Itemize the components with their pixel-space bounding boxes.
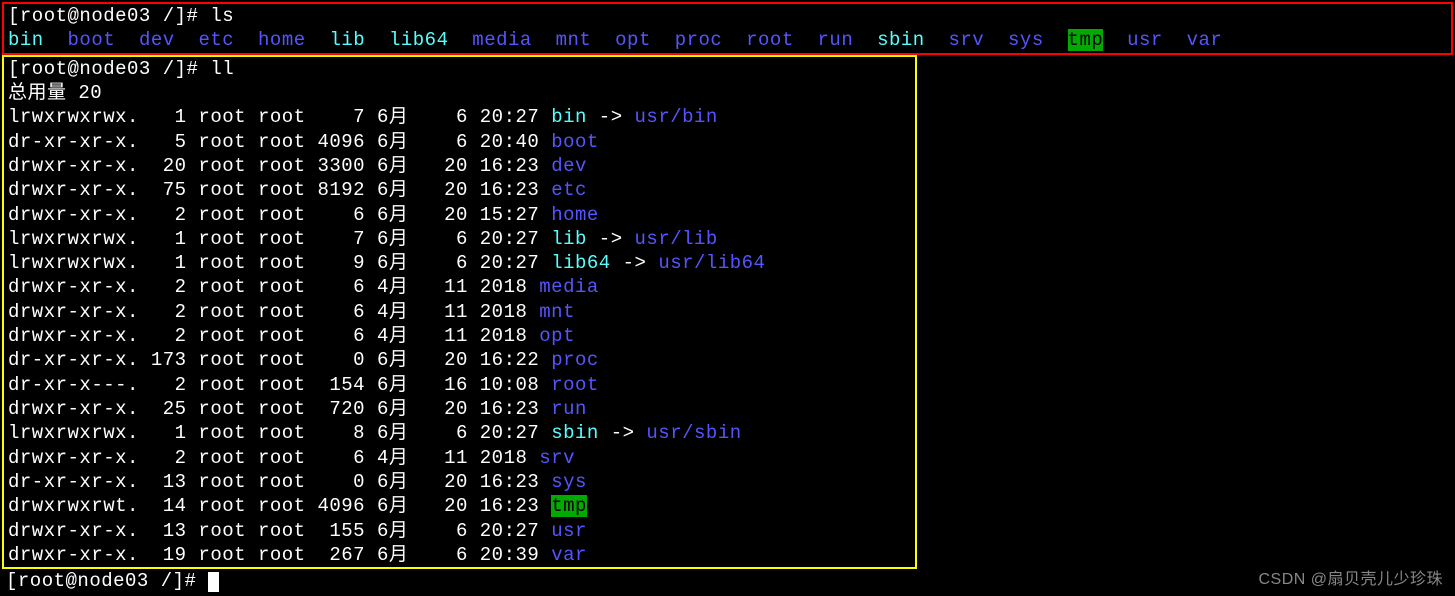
prompt-ls[interactable]: [root@node03 /]# ls — [8, 4, 1447, 28]
file-lib64: lib64 — [551, 252, 611, 274]
ll-row: dr-xr-xr-x. 13 root root 0 6月 20 16:23 s… — [8, 470, 911, 494]
prompt-current[interactable]: [root@node03 /]# — [0, 569, 1455, 593]
ls-item-dev: dev — [139, 29, 175, 51]
target-usr/sbin: usr/sbin — [646, 422, 741, 444]
ls-item-var: var — [1187, 29, 1223, 51]
file-mnt: mnt — [539, 301, 575, 323]
arrow-icon: -> — [587, 106, 635, 128]
file-usr: usr — [551, 520, 587, 542]
ls-item-mnt: mnt — [556, 29, 592, 51]
file-sbin: sbin — [551, 422, 599, 444]
file-lib: lib — [551, 228, 587, 250]
ll-row: dr-xr-x---. 2 root root 154 6月 16 10:08 … — [8, 373, 911, 397]
watermark: CSDN @扇贝壳儿少珍珠 — [1258, 570, 1443, 590]
file-sys: sys — [551, 471, 587, 493]
ls-item-bin: bin — [8, 29, 44, 51]
ls-item-sys: sys — [1008, 29, 1044, 51]
ll-row: drwxr-xr-x. 19 root root 267 6月 6 20:39 … — [8, 543, 911, 567]
ls-item-usr: usr — [1127, 29, 1163, 51]
file-dev: dev — [551, 155, 587, 177]
ll-row: dr-xr-xr-x. 173 root root 0 6月 20 16:22 … — [8, 348, 911, 372]
ls-item-home: home — [258, 29, 306, 51]
file-opt: opt — [539, 325, 575, 347]
file-run: run — [551, 398, 587, 420]
ll-row: lrwxrwxrwx. 1 root root 7 6月 6 20:27 bin… — [8, 105, 911, 129]
prompt-ll[interactable]: [root@node03 /]# ll — [8, 57, 911, 81]
file-root: root — [551, 374, 599, 396]
ls-item-tmp: tmp — [1068, 29, 1104, 51]
total-line: 总用量 20 — [8, 81, 911, 105]
target-usr/lib: usr/lib — [635, 228, 718, 250]
arrow-icon: -> — [599, 422, 647, 444]
arrow-icon: -> — [587, 228, 635, 250]
ll-row: drwxr-xr-x. 20 root root 3300 6月 20 16:2… — [8, 154, 911, 178]
ls-output: bin boot dev etc home lib lib64 media mn… — [8, 28, 1447, 52]
target-usr/bin: usr/bin — [635, 106, 718, 128]
ls-item-boot: boot — [68, 29, 116, 51]
file-var: var — [551, 544, 587, 566]
ll-row: drwxr-xr-x. 75 root root 8192 6月 20 16:2… — [8, 178, 911, 202]
file-proc: proc — [551, 349, 599, 371]
ls-item-proc: proc — [675, 29, 723, 51]
file-boot: boot — [551, 131, 599, 153]
ll-row: dr-xr-xr-x. 5 root root 4096 6月 6 20:40 … — [8, 130, 911, 154]
ll-row: lrwxrwxrwx. 1 root root 8 6月 6 20:27 sbi… — [8, 421, 911, 445]
arrow-icon: -> — [611, 252, 659, 274]
ls-item-root: root — [746, 29, 794, 51]
file-media: media — [539, 276, 599, 298]
ls-item-etc: etc — [198, 29, 234, 51]
ll-row: lrwxrwxrwx. 1 root root 7 6月 6 20:27 lib… — [8, 227, 911, 251]
ll-row: drwxr-xr-x. 13 root root 155 6月 6 20:27 … — [8, 519, 911, 543]
ll-row: drwxr-xr-x. 2 root root 6 6月 20 15:27 ho… — [8, 203, 911, 227]
file-home: home — [551, 204, 599, 226]
file-etc: etc — [551, 179, 587, 201]
ls-item-srv: srv — [948, 29, 984, 51]
ll-command-block: [root@node03 /]# ll 总用量 20 lrwxrwxrwx. 1… — [2, 55, 917, 570]
ls-item-run: run — [818, 29, 854, 51]
ls-item-media: media — [472, 29, 532, 51]
file-tmp: tmp — [551, 495, 587, 517]
ls-item-lib64: lib64 — [389, 29, 449, 51]
target-usr/lib64: usr/lib64 — [658, 252, 765, 274]
ll-output: lrwxrwxrwx. 1 root root 7 6月 6 20:27 bin… — [8, 105, 911, 567]
cursor-icon — [208, 572, 219, 592]
ll-row: drwxrwxrwt. 14 root root 4096 6月 20 16:2… — [8, 494, 911, 518]
file-bin: bin — [551, 106, 587, 128]
ll-row: drwxr-xr-x. 2 root root 6 4月 11 2018 srv — [8, 446, 911, 470]
ls-item-opt: opt — [615, 29, 651, 51]
ls-command-block: [root@node03 /]# ls bin boot dev etc hom… — [2, 2, 1453, 55]
ls-item-sbin: sbin — [877, 29, 925, 51]
ll-row: drwxr-xr-x. 25 root root 720 6月 20 16:23… — [8, 397, 911, 421]
ll-row: lrwxrwxrwx. 1 root root 9 6月 6 20:27 lib… — [8, 251, 911, 275]
file-srv: srv — [539, 447, 575, 469]
ll-row: drwxr-xr-x. 2 root root 6 4月 11 2018 opt — [8, 324, 911, 348]
ll-row: drwxr-xr-x. 2 root root 6 4月 11 2018 mnt — [8, 300, 911, 324]
ll-row: drwxr-xr-x. 2 root root 6 4月 11 2018 med… — [8, 275, 911, 299]
ls-item-lib: lib — [329, 29, 365, 51]
